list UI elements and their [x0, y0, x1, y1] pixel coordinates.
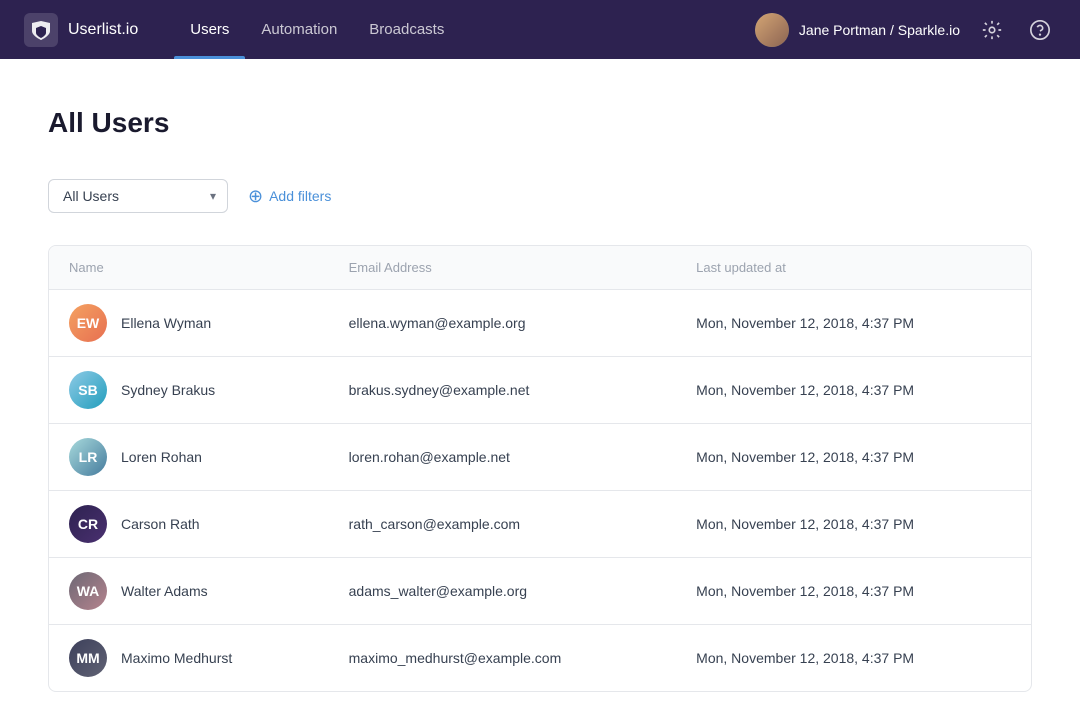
user-name: Ellena Wyman: [121, 315, 211, 331]
name-cell: CR Carson Rath: [49, 491, 329, 558]
table-row[interactable]: EW Ellena Wyman ellena.wyman@example.org…: [49, 290, 1031, 357]
name-cell: WA Walter Adams: [49, 558, 329, 625]
date-cell: Mon, November 12, 2018, 4:37 PM: [676, 290, 1031, 357]
user-name: Loren Rohan: [121, 449, 202, 465]
users-table-container: Name Email Address Last updated at EW El…: [48, 245, 1032, 692]
avatar-placeholder: WA: [69, 572, 107, 610]
row-avatar: CR: [69, 505, 107, 543]
user-name: Walter Adams: [121, 583, 208, 599]
row-avatar: MM: [69, 639, 107, 677]
user-cell: WA Walter Adams: [69, 572, 309, 610]
table-header: Name Email Address Last updated at: [49, 246, 1031, 290]
help-button[interactable]: [1024, 14, 1056, 46]
email-cell: ellena.wyman@example.org: [329, 290, 677, 357]
table-row[interactable]: CR Carson Rath rath_carson@example.comMo…: [49, 491, 1031, 558]
date-cell: Mon, November 12, 2018, 4:37 PM: [676, 625, 1031, 692]
users-filter-select[interactable]: All Users: [48, 179, 228, 213]
user-cell: MM Maximo Medhurst: [69, 639, 309, 677]
avatar: [755, 13, 789, 47]
user-label: Jane Portman / Sparkle.io: [799, 22, 960, 38]
email-cell: loren.rohan@example.net: [329, 424, 677, 491]
main-content: All Users All Users ⊕ Add filters Name E…: [0, 59, 1080, 724]
user-name: Carson Rath: [121, 516, 200, 532]
avatar-placeholder: CR: [69, 505, 107, 543]
table-row[interactable]: SB Sydney Brakus brakus.sydney@example.n…: [49, 357, 1031, 424]
settings-button[interactable]: [976, 14, 1008, 46]
date-cell: Mon, November 12, 2018, 4:37 PM: [676, 558, 1031, 625]
user-cell: CR Carson Rath: [69, 505, 309, 543]
avatar-placeholder: MM: [69, 639, 107, 677]
main-nav: Users Automation Broadcasts: [174, 0, 755, 59]
email-cell: adams_walter@example.org: [329, 558, 677, 625]
avatar-placeholder: LR: [69, 438, 107, 476]
users-table: Name Email Address Last updated at EW El…: [49, 246, 1031, 691]
header: Userlist.io Users Automation Broadcasts …: [0, 0, 1080, 59]
row-avatar: LR: [69, 438, 107, 476]
name-cell: LR Loren Rohan: [49, 424, 329, 491]
user-info[interactable]: Jane Portman / Sparkle.io: [755, 13, 960, 47]
email-cell: brakus.sydney@example.net: [329, 357, 677, 424]
name-cell: MM Maximo Medhurst: [49, 625, 329, 692]
table-header-row: Name Email Address Last updated at: [49, 246, 1031, 290]
row-avatar: EW: [69, 304, 107, 342]
add-filters-button[interactable]: ⊕ Add filters: [244, 179, 335, 213]
table-row[interactable]: MM Maximo Medhurst maximo_medhurst@examp…: [49, 625, 1031, 692]
logo-text: Userlist.io: [68, 21, 138, 39]
row-avatar: SB: [69, 371, 107, 409]
name-cell: EW Ellena Wyman: [49, 290, 329, 357]
filter-select-wrapper[interactable]: All Users: [48, 179, 228, 213]
user-cell: EW Ellena Wyman: [69, 304, 309, 342]
col-updated: Last updated at: [676, 246, 1031, 290]
add-filters-icon: ⊕: [248, 187, 263, 205]
header-right: Jane Portman / Sparkle.io: [755, 13, 1056, 47]
nav-broadcasts[interactable]: Broadcasts: [353, 0, 460, 59]
logo-icon: [24, 13, 58, 47]
name-cell: SB Sydney Brakus: [49, 357, 329, 424]
page-title: All Users: [48, 107, 1032, 139]
date-cell: Mon, November 12, 2018, 4:37 PM: [676, 424, 1031, 491]
user-name: Maximo Medhurst: [121, 650, 232, 666]
avatar-placeholder: EW: [69, 304, 107, 342]
date-cell: Mon, November 12, 2018, 4:37 PM: [676, 491, 1031, 558]
table-row[interactable]: WA Walter Adams adams_walter@example.org…: [49, 558, 1031, 625]
row-avatar: WA: [69, 572, 107, 610]
add-filters-label: Add filters: [269, 188, 331, 204]
logo[interactable]: Userlist.io: [24, 13, 138, 47]
filter-row: All Users ⊕ Add filters: [48, 179, 1032, 213]
user-cell: SB Sydney Brakus: [69, 371, 309, 409]
date-cell: Mon, November 12, 2018, 4:37 PM: [676, 357, 1031, 424]
avatar-placeholder: SB: [69, 371, 107, 409]
col-name: Name: [49, 246, 329, 290]
nav-users[interactable]: Users: [174, 0, 245, 59]
nav-automation[interactable]: Automation: [245, 0, 353, 59]
email-cell: rath_carson@example.com: [329, 491, 677, 558]
user-cell: LR Loren Rohan: [69, 438, 309, 476]
user-name: Sydney Brakus: [121, 382, 215, 398]
email-cell: maximo_medhurst@example.com: [329, 625, 677, 692]
table-body: EW Ellena Wyman ellena.wyman@example.org…: [49, 290, 1031, 692]
col-email: Email Address: [329, 246, 677, 290]
table-row[interactable]: LR Loren Rohan loren.rohan@example.netMo…: [49, 424, 1031, 491]
